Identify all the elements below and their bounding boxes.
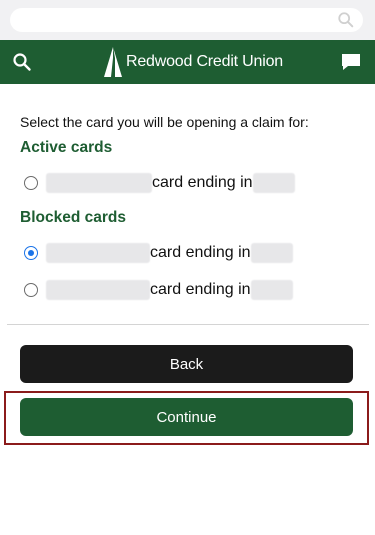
search-icon[interactable] [337, 11, 355, 29]
active-cards-heading: Active cards [20, 139, 113, 156]
chat-icon[interactable] [340, 52, 362, 72]
app-header: Redwood Credit Union [0, 40, 375, 84]
redacted-card-number [250, 243, 293, 263]
card-option-blocked-2[interactable]: card ending in [24, 279, 293, 301]
card-label: card ending in [150, 281, 251, 298]
blocked-cards-heading: Blocked cards [20, 209, 126, 226]
redacted-card-number [250, 280, 293, 300]
redacted-card-number [252, 173, 295, 193]
instruction-text: Select the card you will be opening a cl… [20, 114, 309, 130]
back-button[interactable]: Back [20, 345, 353, 383]
radio-button[interactable] [24, 283, 38, 297]
divider [7, 324, 369, 325]
radio-button[interactable] [24, 176, 38, 190]
continue-button[interactable]: Continue [20, 398, 353, 436]
radio-button-selected[interactable] [24, 246, 38, 260]
browser-toolbar [0, 0, 375, 40]
brand-name: Redwood Credit Union [126, 53, 283, 70]
redacted-card-name [46, 173, 152, 193]
card-option-blocked-1[interactable]: card ending in [24, 242, 293, 264]
search-icon[interactable] [12, 52, 32, 72]
redwood-logo-icon [104, 47, 122, 77]
brand-logo[interactable]: Redwood Credit Union [103, 45, 283, 79]
redacted-card-name [46, 280, 150, 300]
card-label: card ending in [152, 174, 253, 191]
redacted-card-name [46, 243, 150, 263]
address-bar[interactable] [10, 8, 363, 32]
card-label: card ending in [150, 244, 251, 261]
card-option-active-1[interactable]: card ending in [24, 172, 295, 194]
